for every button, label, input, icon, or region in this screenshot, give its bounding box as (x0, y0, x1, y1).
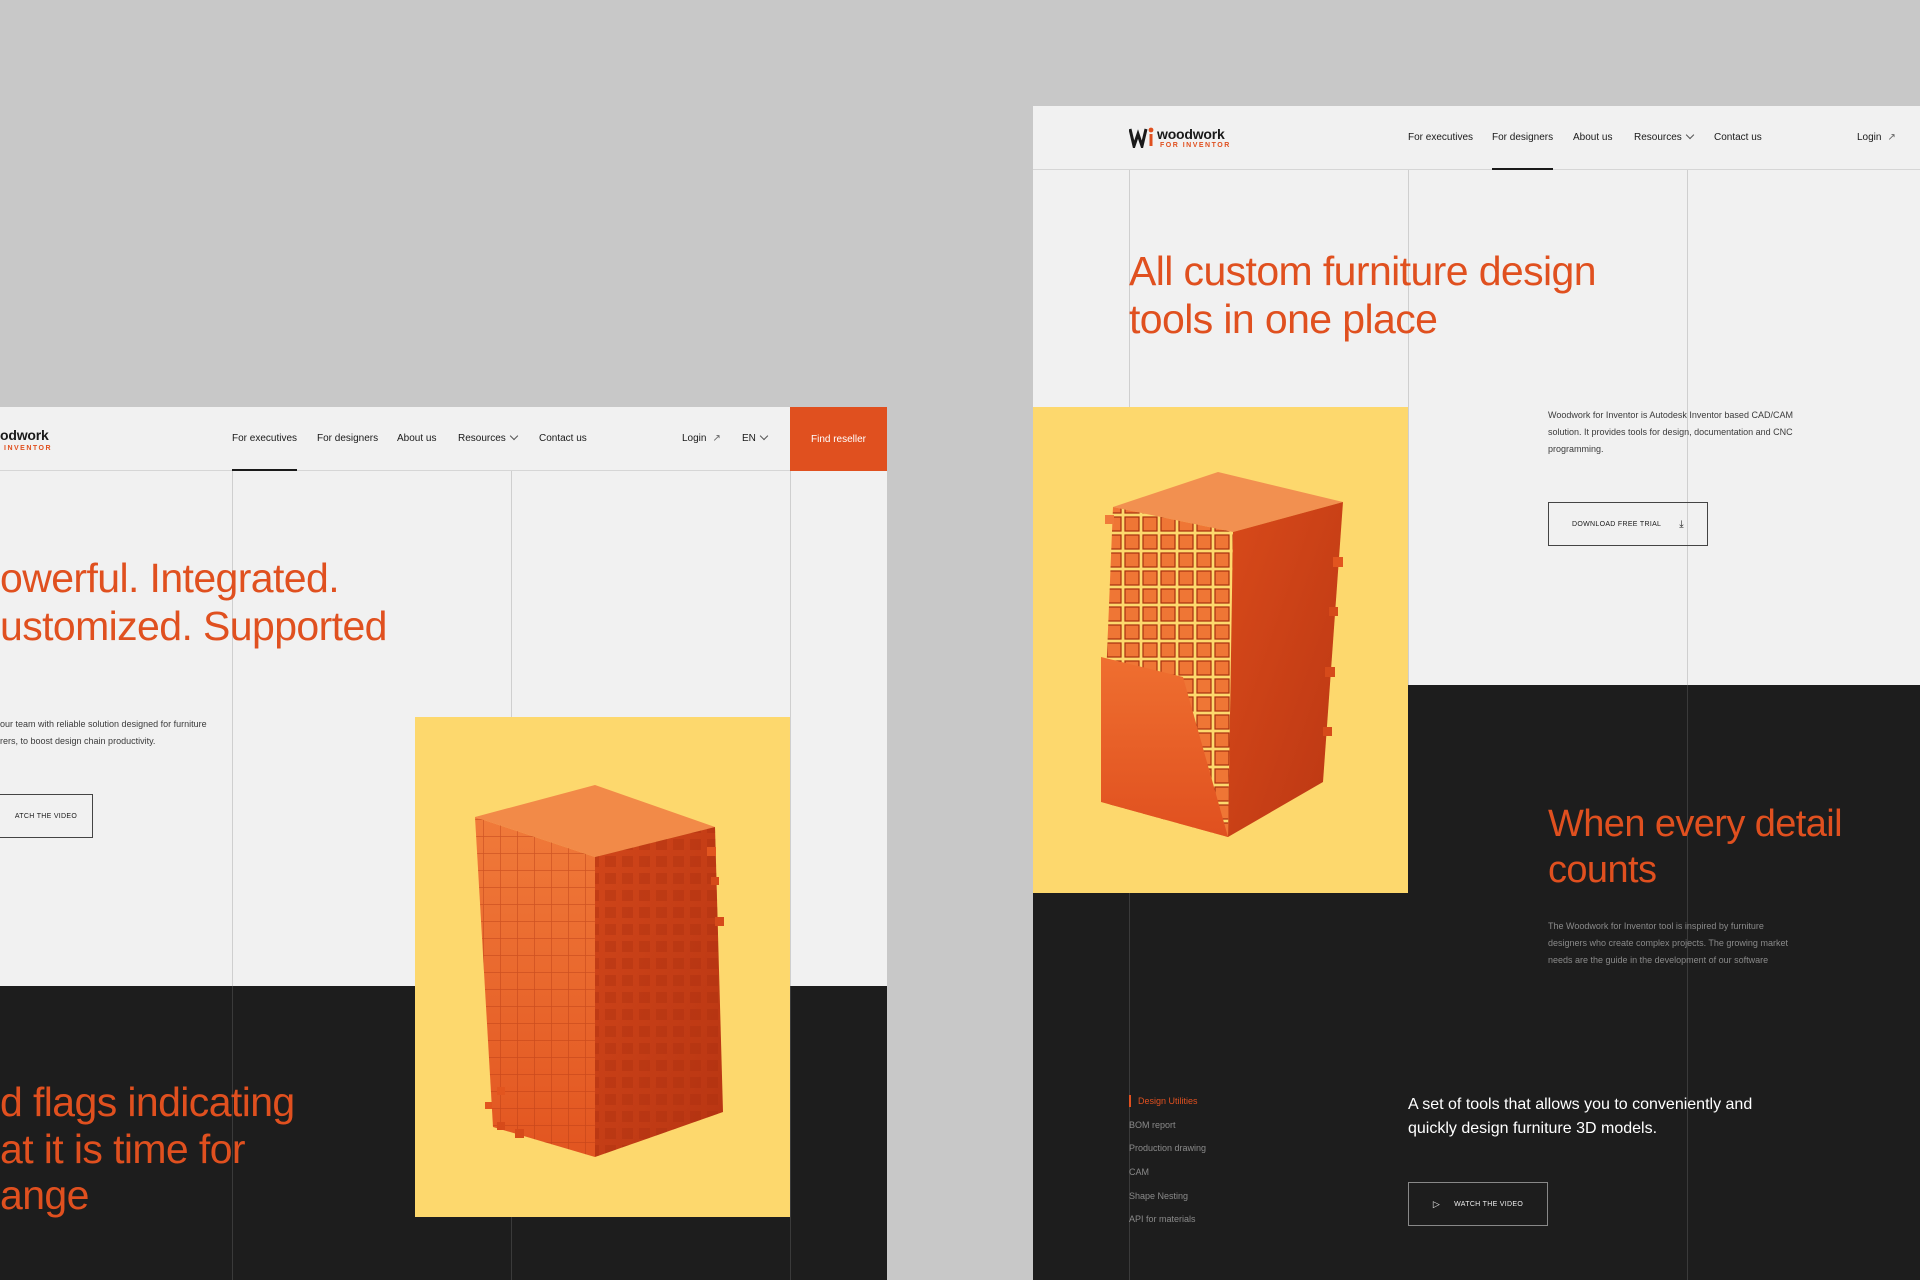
hero-description-line-2: rers, to boost design chain productivity… (0, 736, 156, 746)
tool-item-production-drawing[interactable]: Production drawing (1129, 1140, 1206, 1157)
nav-resources-label: Resources (1634, 132, 1682, 143)
logo-wordmark[interactable]: odwork (0, 427, 49, 443)
grid-line (790, 986, 791, 1280)
chevron-down-icon (509, 431, 519, 441)
nav-login[interactable]: Login ↗ (682, 407, 721, 470)
nav-for-executives[interactable]: For executives (1408, 106, 1473, 169)
nav-resources[interactable]: Resources (1634, 106, 1695, 169)
hero-description-line-2: solution. It provides tools for design, … (1548, 427, 1793, 437)
tools-description-line-2: quickly design furniture 3D models. (1408, 1120, 1658, 1137)
detail-title-line-1: When every detail (1548, 803, 1843, 845)
download-free-trial-button[interactable]: DOWNLOAD FREE TRIAL ⤓ (1548, 502, 1708, 546)
section-title-line-3: ange (0, 1172, 89, 1218)
nav-login[interactable]: Login ↗ (1857, 106, 1896, 169)
play-icon: ▷ (1432, 1198, 1441, 1209)
nav-contact-us[interactable]: Contact us (539, 407, 587, 470)
nav-about-us[interactable]: About us (397, 407, 436, 470)
hero-title-line-2: ustomized. Supported (0, 603, 387, 649)
arrow-up-right-icon: ↗ (1887, 132, 1896, 143)
dark-section-left (1033, 893, 1408, 1280)
top-nav: odwork INVENTOR For executives For desig… (0, 407, 887, 471)
hero-description-line-1: our team with reliable solution designed… (0, 719, 207, 729)
voxel-block-illustration (1101, 472, 1343, 837)
top-nav: woodwork FOR INVENTOR For executives For… (1033, 106, 1920, 170)
nav-contact-us[interactable]: Contact us (1714, 106, 1762, 169)
hero-title-line-2: tools in one place (1129, 296, 1438, 342)
nav-resources-label: Resources (458, 433, 506, 444)
nav-about-us[interactable]: About us (1573, 106, 1612, 169)
hero-description-line-1: Woodwork for Inventor is Autodesk Invent… (1548, 410, 1793, 420)
watch-video-button[interactable]: ▷ WATCH THE VIDEO (1408, 1182, 1548, 1226)
nav-for-designers[interactable]: For designers (1492, 106, 1554, 170)
hero-cube-image (1033, 407, 1408, 893)
woodwork-logo-icon[interactable] (1129, 126, 1155, 148)
tool-item-bom-report[interactable]: BOM report (1129, 1117, 1176, 1134)
language-selector[interactable]: EN (742, 407, 769, 470)
grid-line (1687, 685, 1688, 1280)
nav-for-executives[interactable]: For executives (232, 407, 298, 471)
detail-title-line-2: counts (1548, 849, 1657, 891)
hero-description-line-3: programming. (1548, 444, 1604, 454)
tool-item-api-for-materials[interactable]: API for materials (1129, 1211, 1196, 1228)
login-label: Login (682, 433, 707, 444)
hero-title-line-1: All custom furniture design (1129, 248, 1597, 294)
tool-item-cam[interactable]: CAM (1129, 1164, 1149, 1181)
arrow-up-right-icon: ↗ (712, 433, 721, 444)
language-label: EN (742, 433, 756, 444)
find-reseller-button[interactable]: Find reseller (790, 407, 887, 471)
hero-cube-image (415, 717, 790, 1217)
watch-video-button[interactable]: ATCH THE VIDEO (0, 794, 93, 838)
watch-video-label: WATCH THE VIDEO (1454, 1200, 1524, 1208)
tools-description-line-1: A set of tools that allows you to conven… (1408, 1096, 1753, 1113)
section-title-line-2: at it is time for (0, 1126, 246, 1172)
tool-item-shape-nesting[interactable]: Shape Nesting (1129, 1188, 1188, 1205)
detail-description-line-3: needs are the guide in the development o… (1548, 955, 1769, 965)
download-button-label: DOWNLOAD FREE TRIAL (1572, 520, 1662, 528)
nav-resources[interactable]: Resources (458, 407, 519, 470)
download-icon: ⤓ (1679, 518, 1684, 530)
chevron-down-icon (1685, 130, 1695, 140)
login-label: Login (1857, 132, 1882, 143)
right-page-preview: woodwork FOR INVENTOR For executives For… (1033, 106, 1920, 1280)
logo-subtitle: INVENTOR (4, 445, 53, 452)
detail-description-line-2: designers who create complex projects. T… (1548, 938, 1788, 948)
logo-wordmark[interactable]: woodwork (1157, 126, 1225, 142)
chevron-down-icon (759, 431, 769, 441)
nav-for-designers[interactable]: For designers (317, 407, 378, 470)
hero-title-line-1: owerful. Integrated. (0, 555, 340, 601)
logo-subtitle: FOR INVENTOR (1160, 142, 1231, 149)
active-item-indicator (1129, 1095, 1131, 1107)
tool-item-design-utilities[interactable]: Design Utilities (1138, 1093, 1198, 1110)
section-title-line-1: d flags indicating (0, 1079, 295, 1125)
left-page-preview: odwork INVENTOR For executives For desig… (0, 407, 887, 1280)
detail-description-line-1: The Woodwork for Inventor tool is inspir… (1548, 921, 1764, 931)
voxel-block-illustration (475, 785, 724, 1157)
